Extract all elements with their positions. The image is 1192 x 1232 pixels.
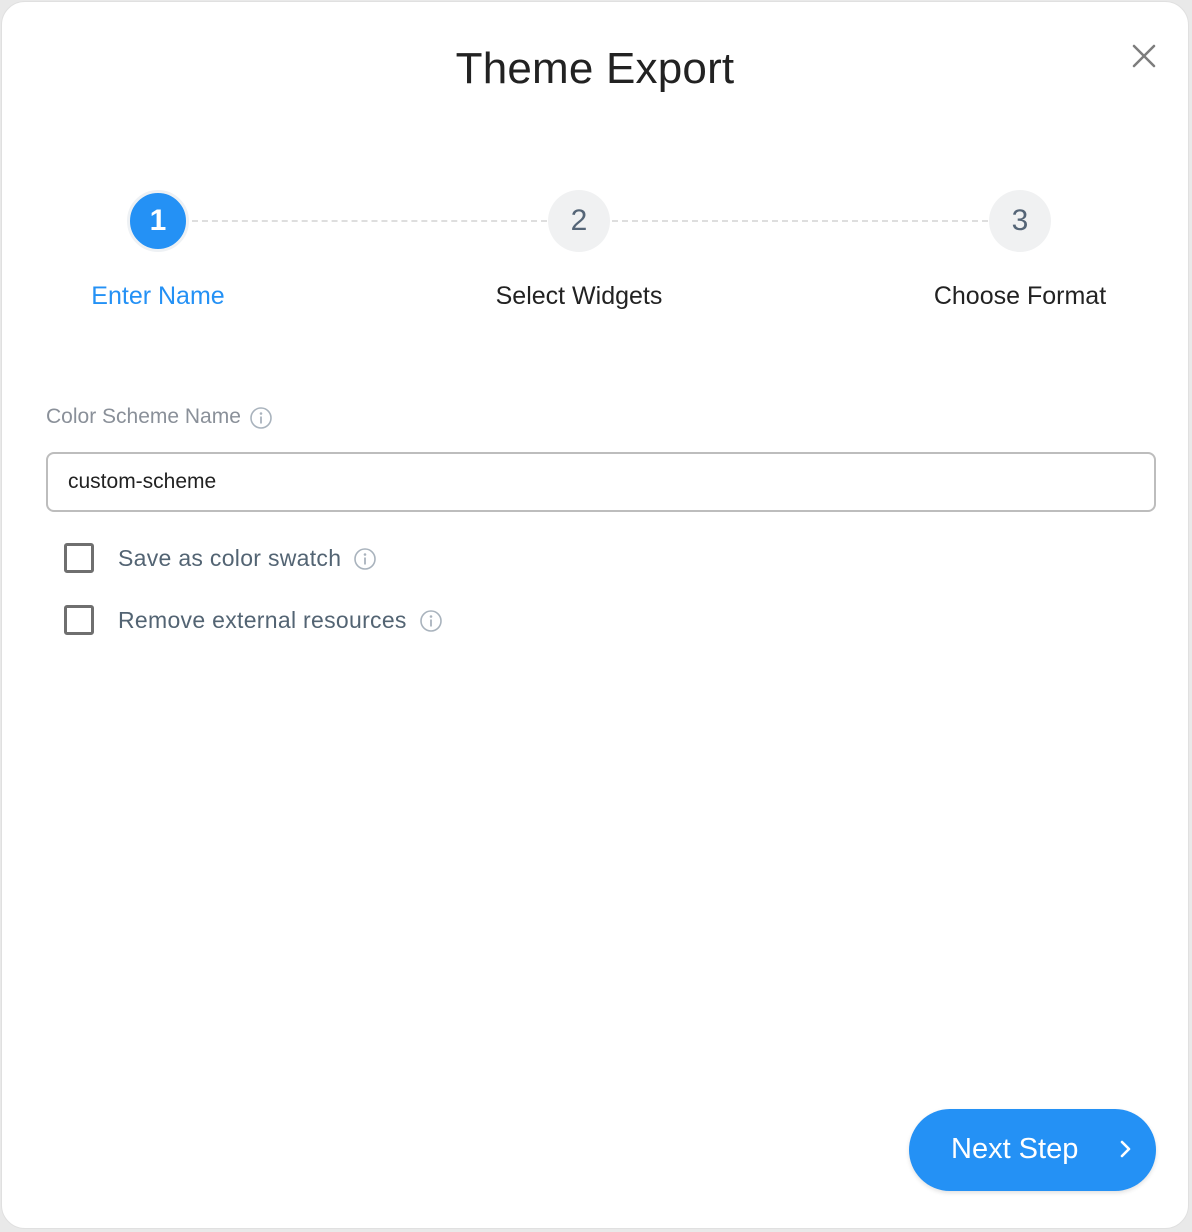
step-label: Choose Format	[933, 282, 1107, 310]
checkbox-label: Remove external resources	[118, 606, 407, 633]
save-as-color-swatch-option[interactable]: Save as color swatch	[64, 543, 377, 573]
step-label: Select Widgets	[495, 282, 663, 310]
remove-external-resources-checkbox[interactable]	[64, 605, 94, 635]
step-number-badge: 1	[127, 190, 189, 252]
step-select-widgets[interactable]: 2 Select Widgets	[469, 190, 689, 311]
next-step-button[interactable]: Next Step	[909, 1109, 1156, 1191]
field-label-text: Color Scheme Name	[46, 405, 241, 428]
step-label: Enter Name	[91, 282, 225, 310]
remove-external-resources-option[interactable]: Remove external resources	[64, 605, 442, 635]
step-number-badge: 2	[548, 190, 610, 252]
step-number-badge: 3	[989, 190, 1051, 252]
theme-export-dialog: Theme Export 1 Enter Name 2 Select Widge…	[1, 1, 1189, 1229]
next-step-label: Next Step	[951, 1133, 1079, 1165]
color-scheme-name-label: Color Scheme Name	[46, 405, 272, 429]
save-as-color-swatch-checkbox[interactable]	[64, 543, 94, 573]
close-button[interactable]	[1128, 40, 1160, 72]
chevron-right-icon	[1119, 1140, 1133, 1158]
step-choose-format[interactable]: 3 Choose Format	[910, 190, 1130, 311]
info-icon[interactable]	[353, 547, 377, 570]
info-icon[interactable]	[419, 609, 442, 632]
stepper: 1 Enter Name 2 Select Widgets 3 Choose F…	[2, 190, 1190, 330]
close-icon	[1132, 44, 1156, 68]
dialog-title: Theme Export	[455, 44, 735, 93]
step-enter-name[interactable]: 1 Enter Name	[48, 190, 268, 311]
color-scheme-name-input[interactable]	[46, 452, 1156, 512]
checkbox-label: Save as color swatch	[118, 544, 342, 571]
info-icon[interactable]	[249, 406, 272, 429]
